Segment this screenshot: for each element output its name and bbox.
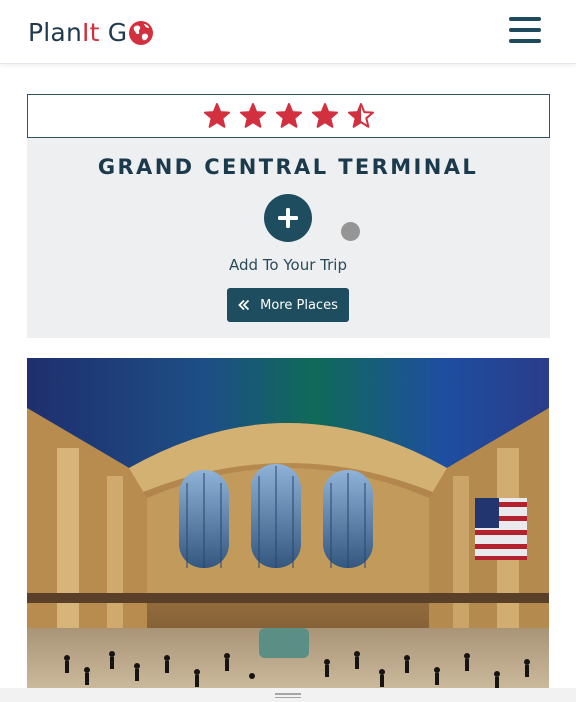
add-to-trip-button[interactable] bbox=[264, 194, 312, 242]
grand-central-terminal-photo bbox=[27, 358, 549, 688]
bottom-drag-bar[interactable] bbox=[0, 688, 576, 702]
star-rating bbox=[27, 94, 550, 138]
drag-handle-icon bbox=[275, 693, 301, 698]
hamburger-line bbox=[509, 28, 541, 32]
star-full-icon bbox=[275, 103, 302, 128]
hamburger-line bbox=[509, 39, 541, 43]
logo-text: PlanIt G bbox=[28, 17, 128, 47]
more-places-label: More Places bbox=[260, 297, 338, 313]
globe-icon bbox=[129, 20, 154, 45]
top-navbar: PlanIt G bbox=[0, 0, 576, 64]
place-title: GRAND CENTRAL TERMINAL bbox=[97, 155, 479, 179]
star-full-icon bbox=[311, 103, 338, 128]
star-full-icon bbox=[239, 103, 266, 128]
double-chevron-left-icon bbox=[238, 299, 250, 311]
star-full-icon bbox=[203, 103, 230, 128]
more-places-button[interactable]: More Places bbox=[227, 288, 349, 322]
star-half-icon bbox=[347, 103, 374, 128]
touch-cursor-indicator bbox=[341, 222, 360, 241]
add-to-trip-label: Add To Your Trip bbox=[229, 256, 347, 274]
hamburger-menu-button[interactable] bbox=[507, 15, 543, 47]
hamburger-line bbox=[509, 17, 541, 21]
plus-icon bbox=[278, 208, 298, 228]
planitgo-logo[interactable]: PlanIt G bbox=[28, 16, 154, 48]
